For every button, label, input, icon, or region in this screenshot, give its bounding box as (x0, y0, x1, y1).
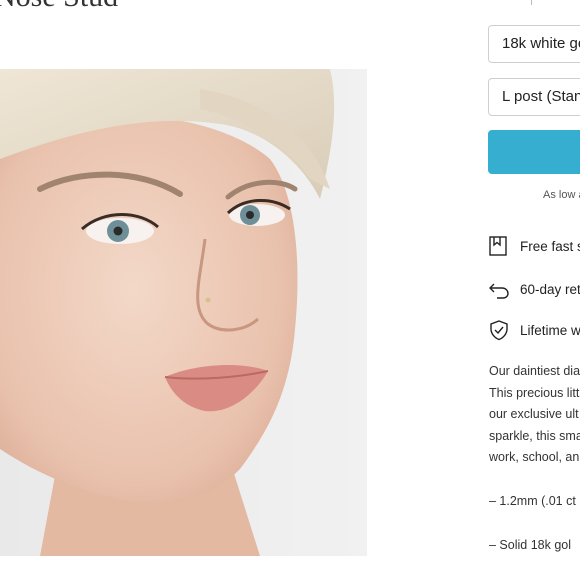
spec-item: – Solid 18k gol (489, 538, 572, 552)
spec-item: – 1.2mm (.01 ct (489, 494, 576, 508)
financing-note: As low a (543, 189, 580, 201)
shield-check-icon (488, 319, 510, 341)
feature-warranty: Lifetime wa (488, 318, 580, 342)
feature-returns: 60-day retu (488, 277, 580, 301)
feature-label: Lifetime wa (520, 322, 580, 338)
return-arrow-icon (488, 278, 510, 300)
metal-select[interactable]: 18k white go (488, 25, 580, 63)
description-line: our exclusive ult (489, 407, 579, 422)
description-line: This precious litt (489, 385, 580, 400)
product-photo[interactable] (0, 69, 367, 556)
header-divider (531, 0, 532, 5)
add-to-cart-button[interactable] (488, 130, 580, 174)
product-description: Our daintiest dia This precious litt our… (489, 361, 580, 469)
description-line: sparkle, this sma (489, 428, 580, 443)
gift-box-icon (488, 235, 510, 257)
model-portrait-image (0, 69, 367, 556)
feature-label: Free fast sh (520, 238, 580, 254)
description-line: work, school, an (489, 450, 580, 465)
feature-free-shipping: Free fast sh (488, 234, 580, 258)
description-line: Our daintiest dia (489, 364, 580, 378)
product-title: Nose Stud (0, 0, 118, 14)
feature-label: 60-day retu (520, 281, 580, 297)
post-style-select[interactable]: L post (Stand (488, 78, 580, 116)
